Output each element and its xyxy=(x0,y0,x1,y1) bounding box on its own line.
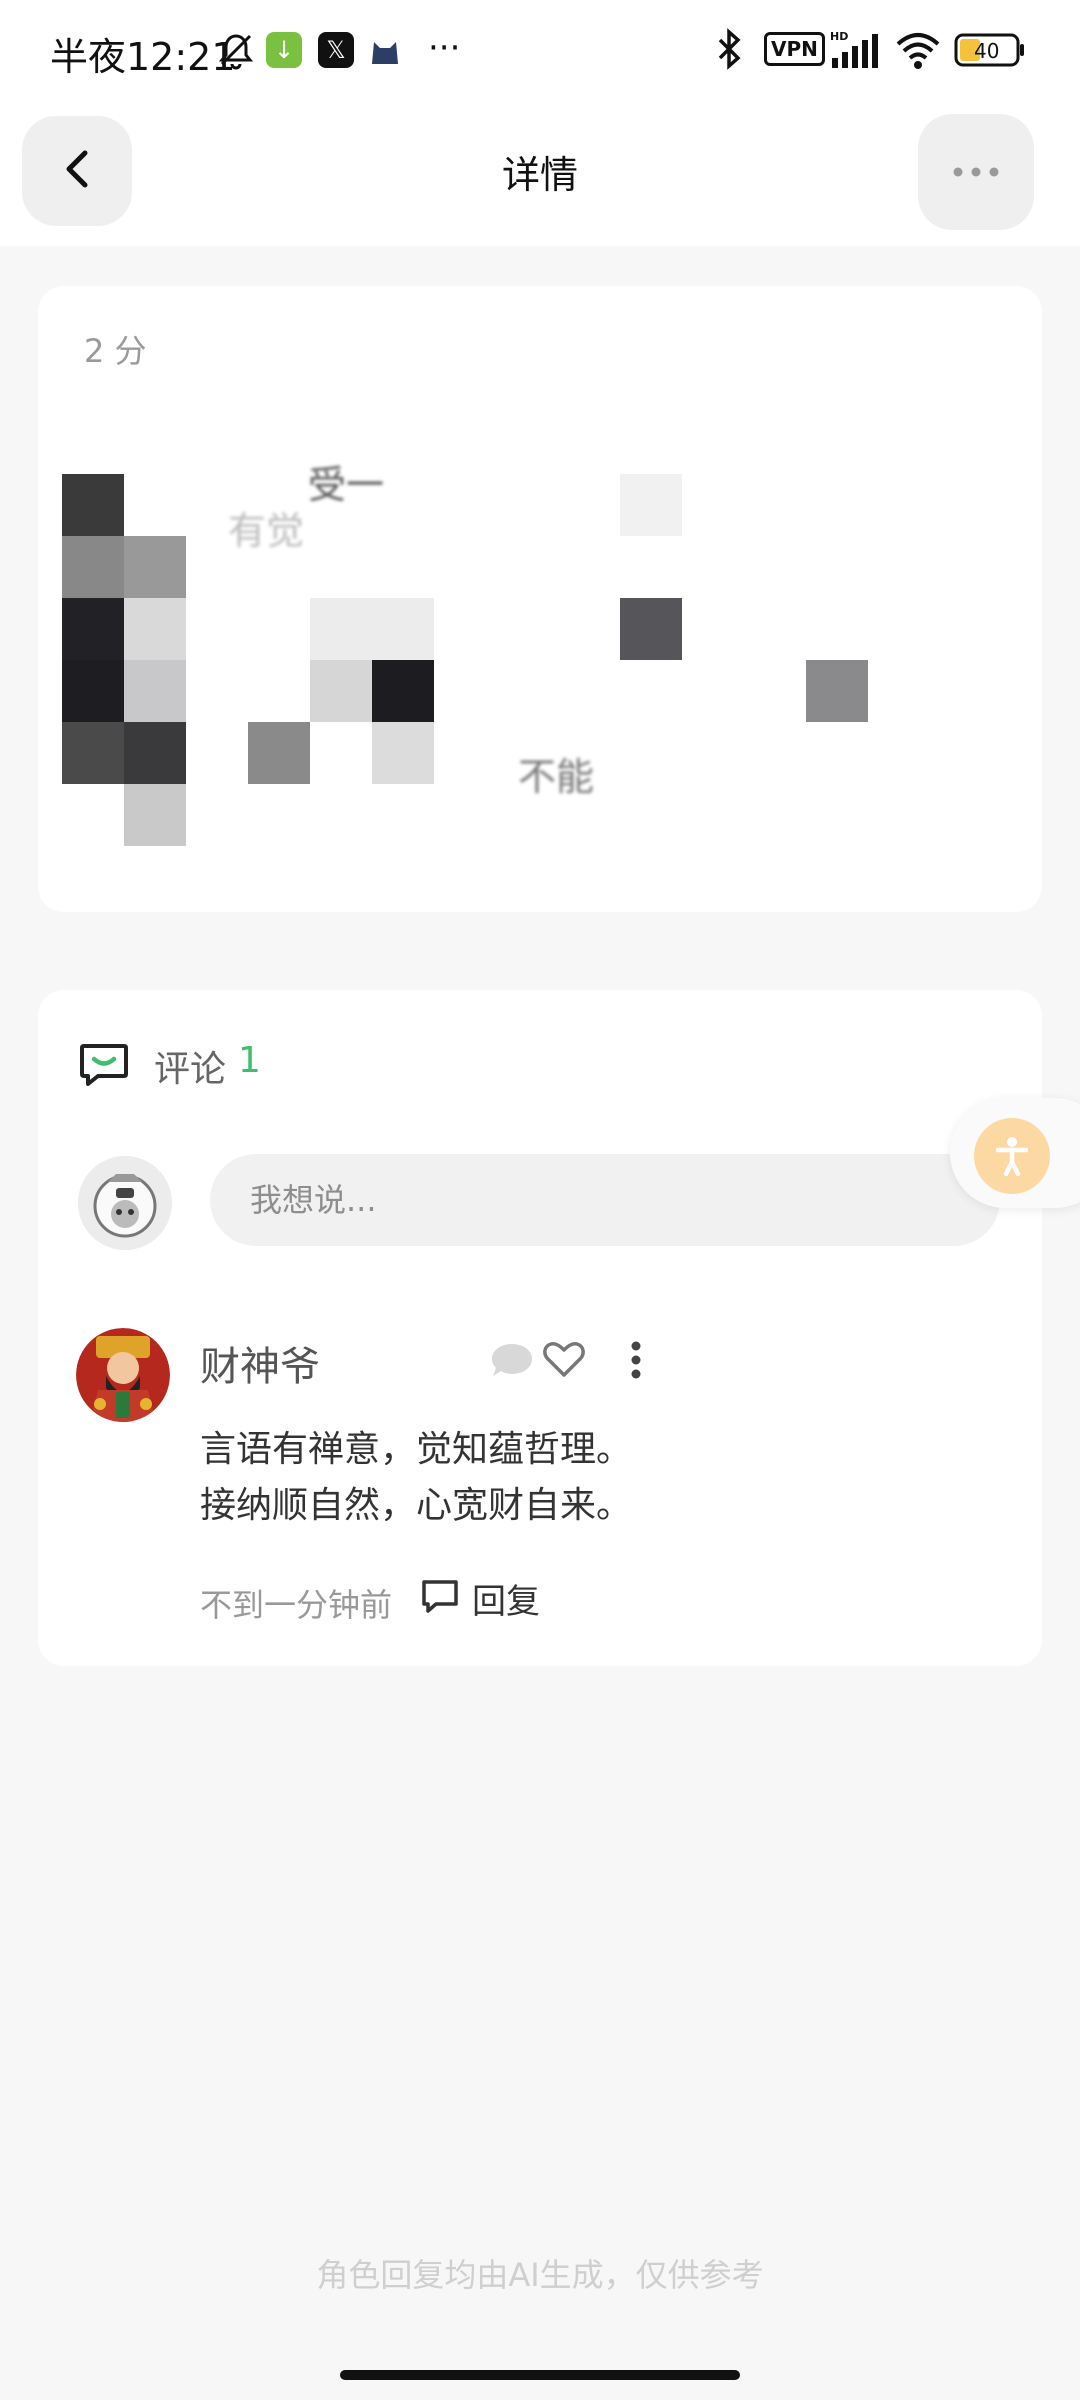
reply-button[interactable]: 回复 xyxy=(420,1574,540,1622)
more-horizontal-icon xyxy=(952,163,1000,182)
comments-label: 评论 xyxy=(154,1049,227,1090)
comment-icon xyxy=(78,1042,130,1092)
comment-author[interactable]: 财神爷 xyxy=(200,1334,320,1392)
accessibility-icon xyxy=(974,1118,1050,1194)
battery-level: 40 xyxy=(974,39,999,63)
post-text-fragment: 不能 xyxy=(518,755,595,799)
comment-more-button[interactable] xyxy=(606,1332,666,1392)
svg-text:HD: HD xyxy=(830,30,848,43)
battery-icon: 40 xyxy=(954,32,1026,72)
reply-label: 回复 xyxy=(472,1581,540,1622)
bluetooth-icon xyxy=(712,28,746,74)
more-notifications-icon: ··· xyxy=(428,28,461,68)
comment-text-line: 接纳顺自然，心宽财自来。 xyxy=(200,1485,633,1526)
reply-icon xyxy=(420,1578,460,1618)
comment-timestamp: 不到一分钟前 xyxy=(200,1586,393,1624)
comment-text: 言语有禅意，觉知蕴哲理。 接纳顺自然，心宽财自来。 xyxy=(200,1422,632,1534)
top-nav-bar: 详情 xyxy=(0,100,1080,246)
chat-bubble-button[interactable] xyxy=(482,1332,542,1392)
post-card: 2 分 受一 有觉 不能 xyxy=(38,286,1042,912)
like-button[interactable] xyxy=(534,1332,594,1392)
heart-icon xyxy=(543,1341,585,1383)
download-app-icon: ↓ xyxy=(266,32,302,68)
commenter-avatar[interactable] xyxy=(76,1328,170,1422)
bell-muted-icon xyxy=(216,30,256,74)
chat-bubble-icon xyxy=(488,1340,536,1384)
ai-disclaimer: 角色回复均由AI生成，仅供参考 xyxy=(316,2256,764,2294)
more-options-button[interactable] xyxy=(918,114,1034,230)
home-indicator[interactable] xyxy=(340,2370,740,2380)
post-text-fragment: 有觉 xyxy=(228,509,305,553)
comment-text-line: 言语有禅意，觉知蕴哲理。 xyxy=(200,1429,633,1470)
x-app-icon: 𝕏 xyxy=(318,32,354,68)
status-time: 半夜12:21 xyxy=(50,35,236,79)
wifi-icon xyxy=(894,30,942,74)
current-user-avatar[interactable] xyxy=(78,1156,172,1250)
status-bar: 半夜12:21 ↓ 𝕏 ··· VPN HD 40 xyxy=(0,0,1080,100)
comments-section: 评论 1 财神爷 xyxy=(38,990,1042,1666)
comment-input[interactable] xyxy=(210,1154,1000,1246)
post-text-fragment: 受一 xyxy=(308,463,385,507)
post-timestamp: 2 分 xyxy=(84,332,147,370)
comments-count: 1 xyxy=(238,1040,261,1081)
vpn-badge: VPN xyxy=(764,32,825,66)
cellular-signal-icon: HD xyxy=(830,30,886,74)
cat-app-icon xyxy=(368,34,402,70)
floating-accessibility-button[interactable] xyxy=(950,1098,1080,1208)
more-vertical-icon xyxy=(630,1340,642,1384)
